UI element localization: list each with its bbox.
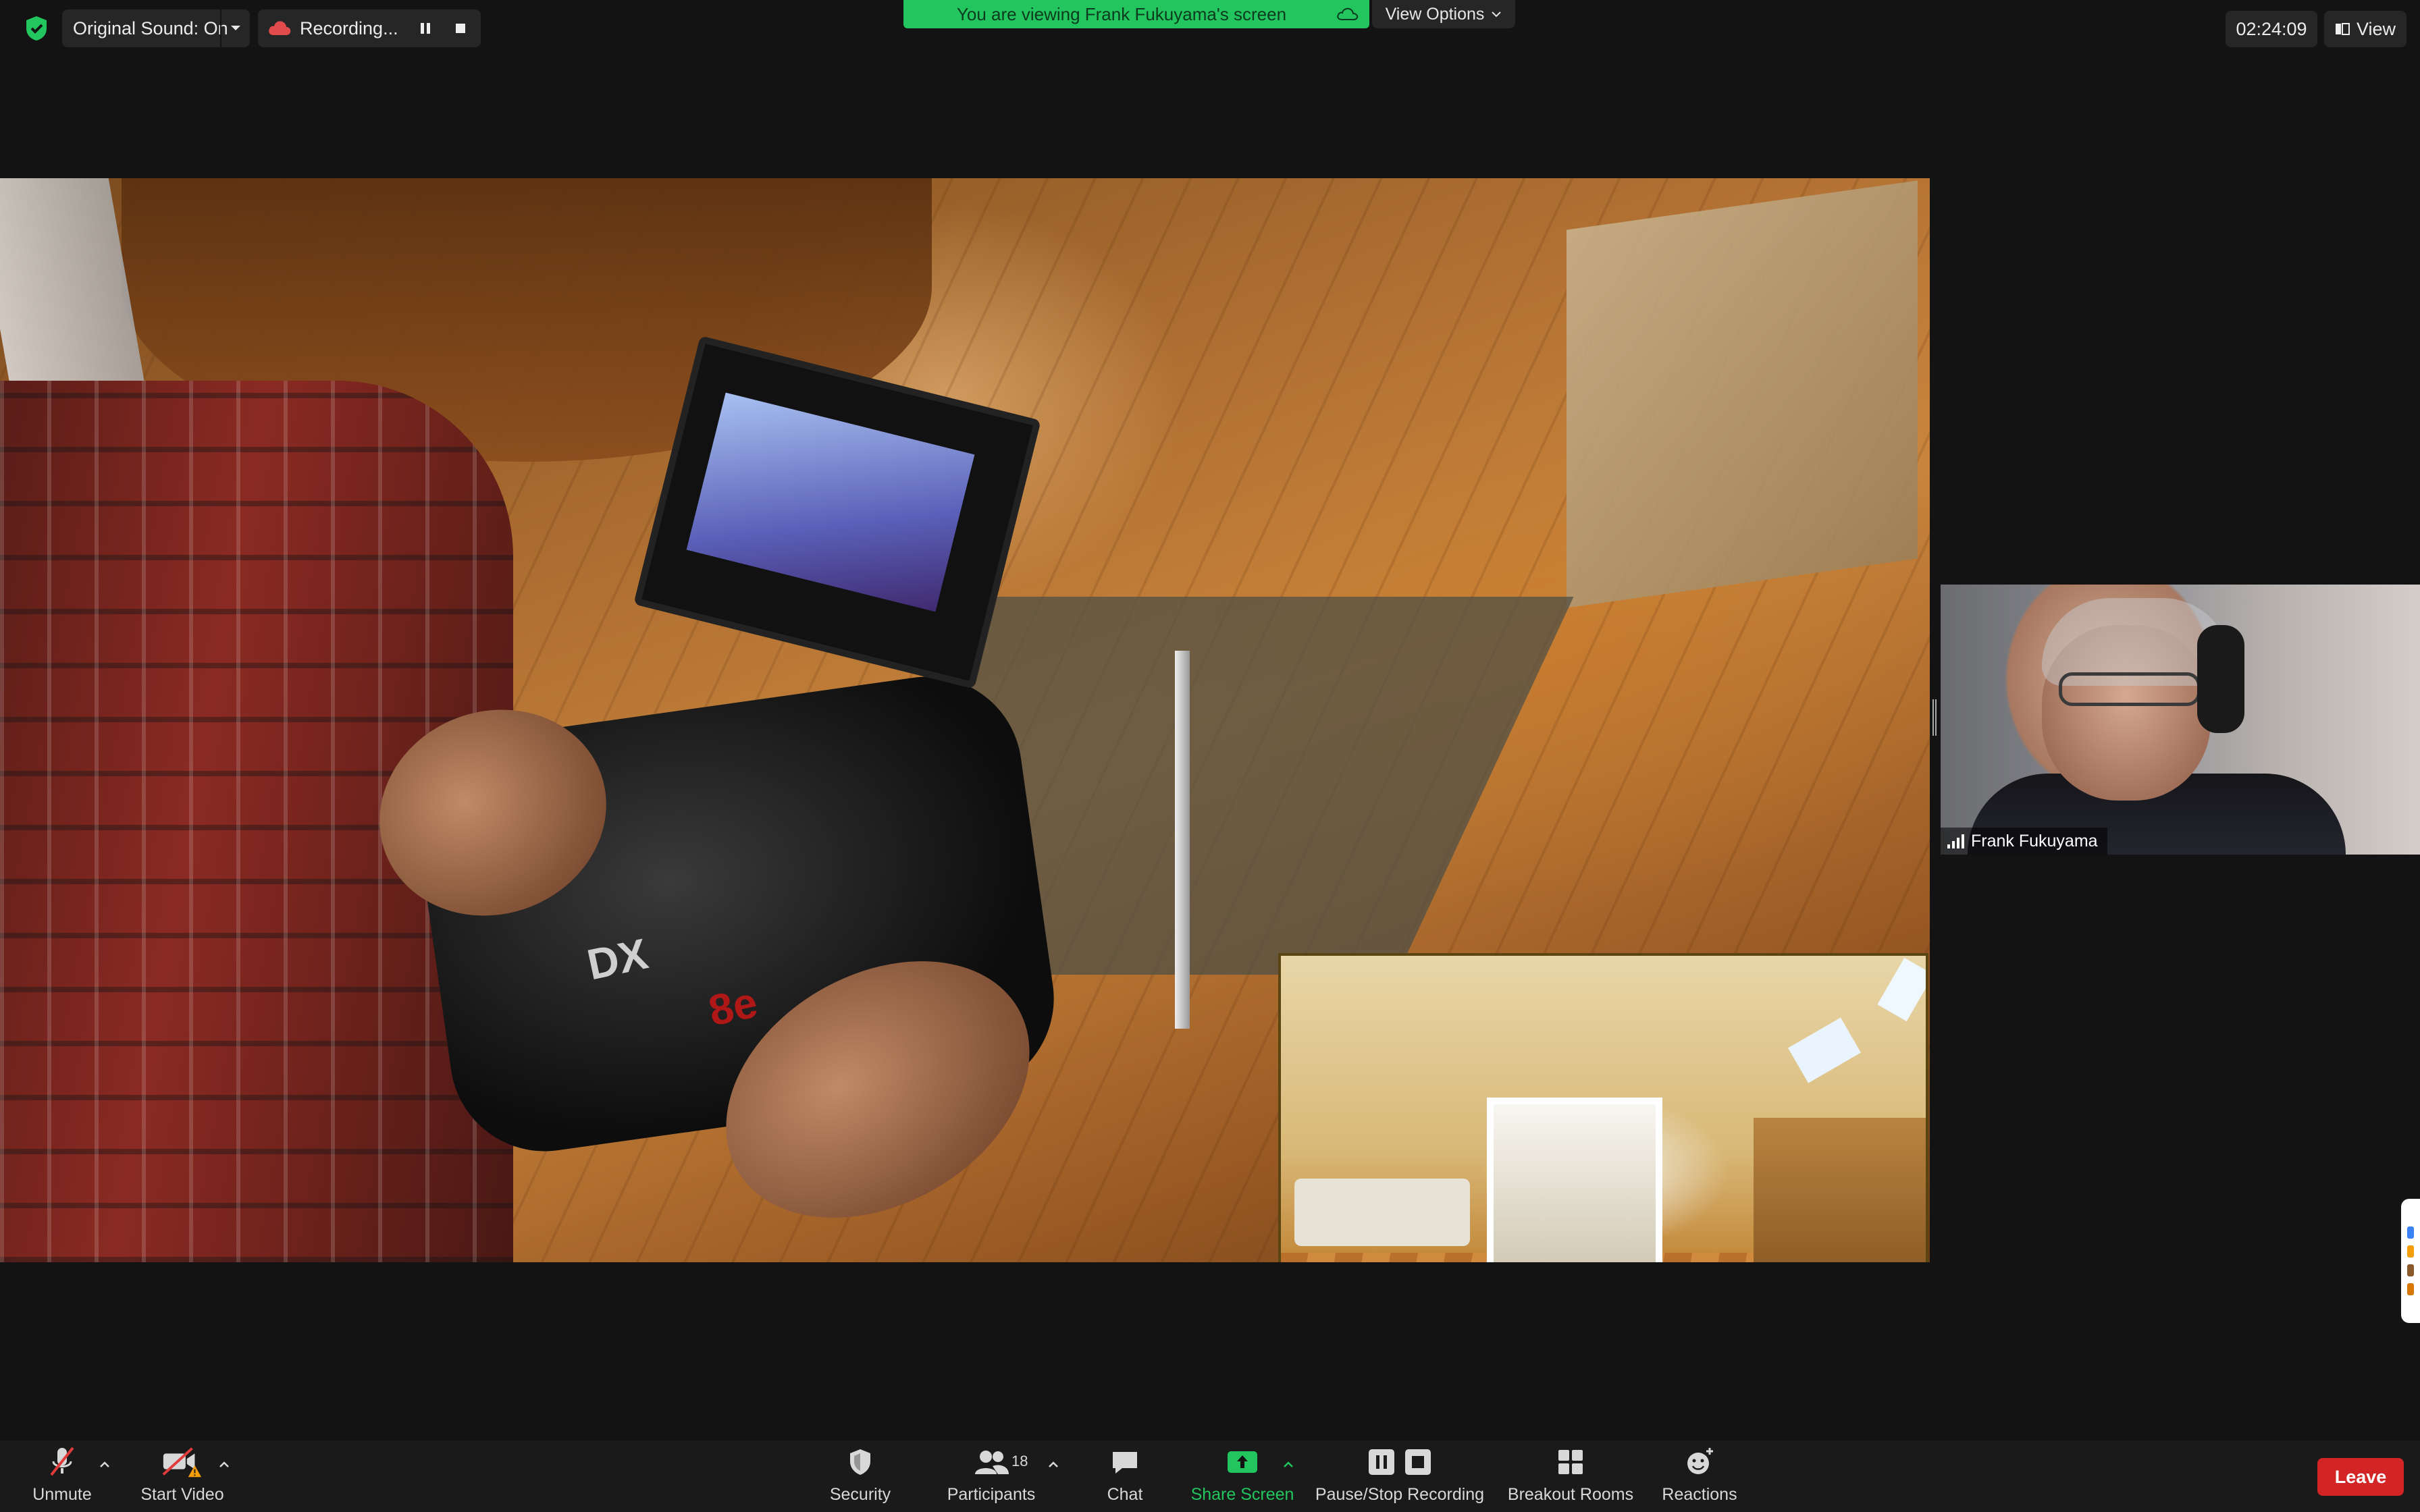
view-button[interactable]: View xyxy=(2324,11,2406,47)
reactions-button[interactable]: Reactions xyxy=(1657,1444,1742,1505)
side-widget-tab[interactable] xyxy=(2401,1199,2420,1323)
participant-headphones xyxy=(2197,625,2244,733)
signal-strength-icon xyxy=(1947,834,1964,848)
screen-share-banner-text: You are viewing Frank Fukuyama's screen xyxy=(956,3,1287,24)
share-screen-button[interactable]: Share Screen xyxy=(1188,1444,1296,1505)
breakout-rooms-button[interactable]: Breakout Rooms xyxy=(1504,1444,1637,1505)
start-video-label: Start Video xyxy=(140,1485,224,1504)
reactions-label: Reactions xyxy=(1662,1485,1737,1504)
chat-bubble-icon xyxy=(1103,1444,1147,1480)
share-options-caret-icon[interactable] xyxy=(1282,1458,1295,1472)
inset-table xyxy=(1294,1179,1470,1246)
widget-icon-orange xyxy=(2407,1245,2414,1258)
leave-label: Leave xyxy=(2334,1466,2387,1487)
participant-video-tile[interactable]: Frank Fukuyama xyxy=(1941,585,2420,855)
participants-count: 18 xyxy=(1011,1453,1028,1469)
meeting-timer: 02:24:09 xyxy=(2226,11,2317,47)
participant-glasses xyxy=(2059,672,2201,706)
recording-indicator: Recording... xyxy=(258,9,481,47)
participants-label: Participants xyxy=(947,1485,1036,1504)
breakout-rooms-grid-icon xyxy=(1549,1444,1592,1480)
original-sound-toggle[interactable]: Original Sound: On xyxy=(62,9,250,47)
inset-doorway xyxy=(1487,1098,1662,1262)
recording-label: Recording... xyxy=(300,18,398,38)
view-options-label: View Options xyxy=(1385,4,1485,24)
reaction-emoji-icon xyxy=(1678,1444,1721,1480)
pause-stop-recording-label: Pause/Stop Recording xyxy=(1315,1485,1485,1504)
cardboard-box xyxy=(1567,180,1918,608)
participants-options-caret-icon[interactable] xyxy=(1047,1458,1060,1472)
cloud-recording-icon xyxy=(267,19,292,38)
view-label: View xyxy=(2356,18,2396,39)
leave-button[interactable]: Leave xyxy=(2317,1458,2404,1496)
pause-stop-recording-button[interactable]: Pause/Stop Recording xyxy=(1315,1444,1484,1505)
widget-icon-amber xyxy=(2407,1283,2414,1295)
panel-resize-handle[interactable] xyxy=(1932,699,1937,736)
video-options-caret-icon[interactable] xyxy=(217,1458,231,1472)
share-screen-icon xyxy=(1221,1444,1264,1480)
security-button[interactable]: Security xyxy=(825,1444,895,1505)
inset-cabinets xyxy=(1754,1118,1926,1262)
inset-skylight-corner xyxy=(1877,957,1926,1022)
muted-microphone-icon xyxy=(41,1444,84,1480)
pause-recording-icon[interactable] xyxy=(416,19,435,38)
share-screen-label: Share Screen xyxy=(1190,1485,1294,1504)
camera-inset-view xyxy=(1278,953,1928,1262)
chevron-down-icon[interactable] xyxy=(220,9,250,47)
chat-label: Chat xyxy=(1107,1485,1143,1504)
chat-button[interactable]: Chat xyxy=(1090,1444,1160,1505)
view-layout-icon xyxy=(2335,23,2350,35)
encryption-shield-icon[interactable] xyxy=(24,15,49,42)
pause-stop-recording-icon xyxy=(1363,1444,1437,1480)
stop-recording-icon[interactable] xyxy=(451,19,470,38)
screen-share-banner: You are viewing Frank Fukuyama's screen xyxy=(903,0,1369,28)
audio-options-caret-icon[interactable] xyxy=(98,1458,111,1472)
cloud-icon xyxy=(1326,0,1369,28)
participant-name-tag: Frank Fukuyama xyxy=(1941,828,2107,855)
view-options-button[interactable]: View Options xyxy=(1372,0,1515,28)
timer-value: 02:24:09 xyxy=(2236,18,2307,39)
original-sound-label: Original Sound: On xyxy=(73,18,228,38)
video-off-warning-icon xyxy=(161,1444,204,1480)
antenna-pole xyxy=(1175,651,1190,1029)
security-label: Security xyxy=(829,1485,891,1504)
widget-icon-blue xyxy=(2407,1226,2414,1239)
breakout-rooms-label: Breakout Rooms xyxy=(1507,1485,1634,1504)
unmute-button[interactable]: Unmute xyxy=(27,1444,97,1505)
unmute-label: Unmute xyxy=(32,1485,92,1504)
chevron-down-icon xyxy=(1492,11,1502,18)
controller-model-label: 8e xyxy=(704,977,762,1035)
security-shield-icon xyxy=(839,1444,882,1480)
widget-icon-brown xyxy=(2407,1264,2414,1276)
start-video-button[interactable]: Start Video xyxy=(135,1444,230,1505)
participant-name: Frank Fukuyama xyxy=(1971,831,2098,850)
shared-screen-video: DX 8e xyxy=(0,178,1930,1262)
inset-skylight xyxy=(1788,1017,1861,1083)
